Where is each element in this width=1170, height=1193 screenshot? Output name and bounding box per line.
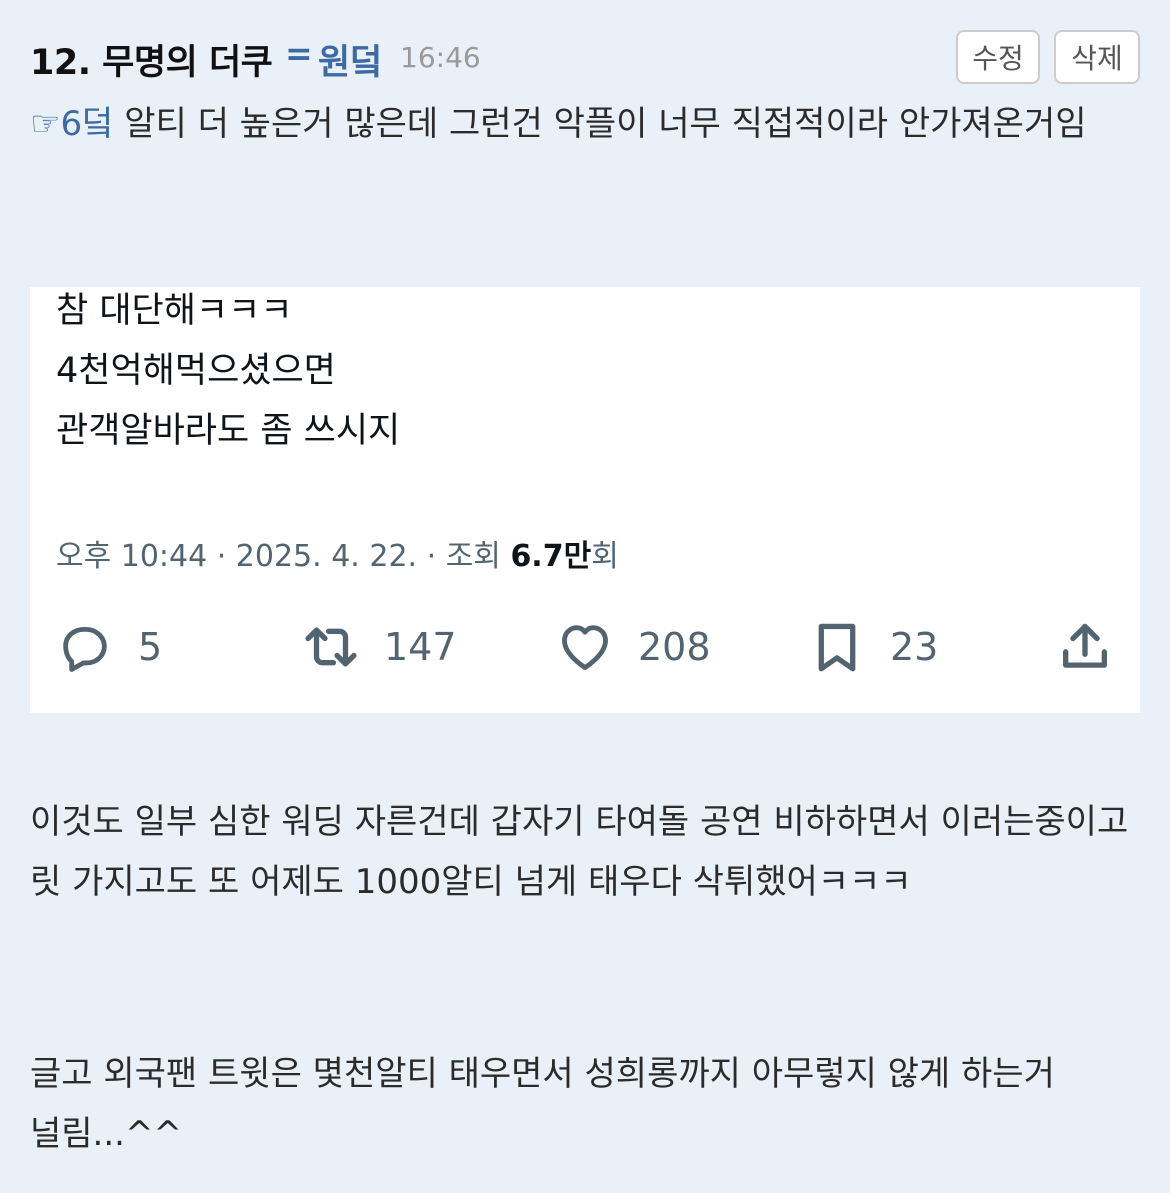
bookmark-action[interactable]: 23 — [808, 617, 938, 677]
op-label: 원덬 — [318, 43, 383, 83]
op-marker: = — [285, 34, 313, 73]
bookmark-count: 23 — [890, 625, 939, 669]
tweet-line: 관객알바라도 좀 쓰시지 — [56, 411, 401, 451]
reply-count: 5 — [138, 625, 163, 669]
comment-paragraph-2: 이것도 일부 심한 워딩 자른건데 갑자기 타여돌 공연 비하하면서 이러는중이… — [30, 802, 1129, 902]
tweet-meta: 오후 10:44 · 2025. 4. 22. · 조회 6.7만회 — [56, 531, 619, 575]
retweet-count: 147 — [384, 625, 457, 669]
retweet-action[interactable]: 147 — [302, 617, 457, 677]
reply-reference-link[interactable]: ☞6덬 — [30, 104, 113, 144]
paragraph-1-text: 알티 더 높은거 많은데 그런건 악플이 너무 직접적이라 안가져온거임 — [113, 104, 1087, 144]
comment-time: 16:46 — [400, 41, 481, 74]
tweet-text: 참 대단해ㅋㅋㅋ 4천억해먹으셨으면 관객알바라도 좀 쓰시지 — [56, 287, 400, 461]
tweet-line: 4천억해먹으셨으면 — [56, 351, 336, 391]
delete-button[interactable]: 삭제 — [1054, 30, 1140, 84]
tweet-line: 참 대단해ㅋㅋㅋ — [56, 291, 293, 331]
speech-bubble-icon — [63, 626, 107, 672]
tweet-views-suffix: 회 — [591, 539, 619, 574]
reply-action[interactable]: 5 — [56, 617, 162, 677]
like-action[interactable]: 208 — [556, 617, 711, 677]
comment-author: 12. 무명의 더쿠 — [30, 43, 273, 83]
comment-paragraph-3: 글고 외국팬 트윗은 몇천알티 태우면서 성희롱까지 아무렇지 않게 하는거 널… — [30, 1054, 1055, 1154]
embedded-tweet[interactable]: 참 대단해ㅋㅋㅋ 4천억해먹으셨으면 관객알바라도 좀 쓰시지 오후 10:44… — [30, 287, 1140, 713]
like-count: 208 — [638, 625, 711, 669]
bookmark-icon — [818, 623, 856, 672]
share-action[interactable] — [1056, 617, 1114, 677]
heart-icon — [562, 625, 608, 670]
comment-paragraph-1: ☞6덬 알티 더 높은거 많은데 그런건 악플이 너무 직접적이라 안가져온거임 — [30, 94, 1140, 154]
share-upload-icon — [1063, 623, 1107, 668]
edit-button[interactable]: 수정 — [956, 30, 1040, 84]
comment-header: 12. 무명의 더쿠 = 원덬 16:46 수정 삭제 — [30, 28, 1140, 84]
retweet-arrows-icon — [305, 627, 357, 667]
tweet-views-count: 6.7만 — [510, 539, 592, 574]
tweet-timestamp[interactable]: 오후 10:44 · 2025. 4. 22. · 조회 — [56, 539, 510, 574]
